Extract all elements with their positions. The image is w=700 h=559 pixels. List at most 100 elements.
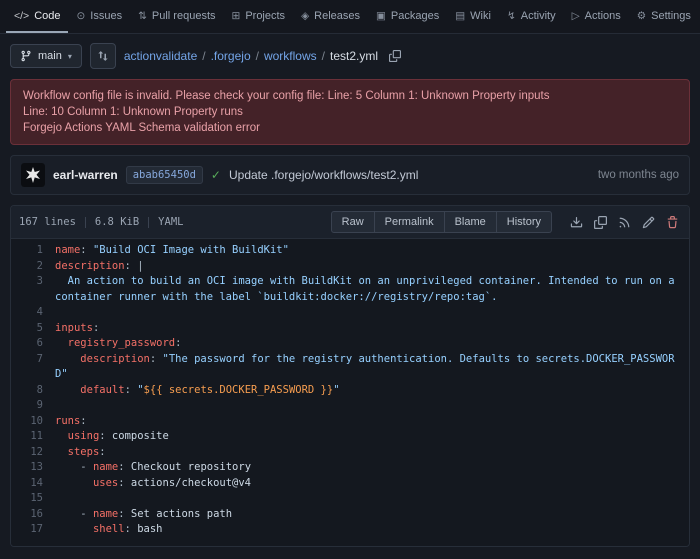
permalink-button[interactable]: Permalink	[374, 211, 445, 233]
tab-projects[interactable]: ⊞ Projects	[224, 0, 294, 33]
arrows-switch-icon	[98, 51, 108, 61]
tag-icon: ◈	[301, 9, 310, 22]
file-action-icons	[570, 215, 679, 229]
line-content: runs:	[55, 414, 87, 427]
line-number[interactable]: 13	[11, 460, 55, 476]
line-content: name: "Build OCI Image with BuildKit"	[55, 244, 289, 256]
tab-label: Settings	[651, 9, 691, 22]
tab-code[interactable]: </> Code	[6, 0, 69, 33]
code-line: 13 - name: Checkout repository	[11, 460, 689, 476]
line-number[interactable]: 3	[11, 274, 55, 305]
code-line: 15	[11, 491, 689, 507]
commit-hash-badge[interactable]: abab65450d	[125, 166, 203, 184]
line-content: - name: Checkout repository	[55, 461, 252, 473]
rss-icon[interactable]	[618, 216, 631, 229]
branch-icon	[20, 50, 32, 62]
line-number[interactable]: 7	[11, 352, 55, 383]
tab-label: Actions	[584, 9, 621, 22]
code-line: 4	[11, 305, 689, 321]
code-line: 7 description: "The password for the reg…	[11, 352, 689, 383]
line-number[interactable]: 16	[11, 507, 55, 523]
blame-button[interactable]: Blame	[444, 211, 497, 233]
line-content: shell: bash	[92, 523, 163, 535]
latest-commit-row: earl-warren abab65450d ✓ Update .forgejo…	[10, 155, 690, 195]
code-line: 5 inputs:	[11, 321, 689, 337]
commit-time: two months ago	[597, 169, 679, 181]
line-number[interactable]: 15	[11, 491, 55, 507]
line-number[interactable]: 10	[11, 414, 55, 430]
line-content: An action to build an OCI image with Bui…	[55, 275, 681, 303]
commit-message[interactable]: Update .forgejo/workflows/test2.yml	[229, 168, 418, 182]
line-number[interactable]: 17	[11, 522, 55, 538]
divider	[84, 216, 86, 228]
breadcrumb-link[interactable]: actionvalidate	[124, 49, 197, 63]
line-content: description: "The password for the regis…	[55, 352, 675, 381]
line-number[interactable]: 1	[11, 243, 55, 259]
tab-actions[interactable]: ▷ Actions	[564, 0, 629, 33]
line-content: inputs:	[55, 321, 100, 334]
line-number[interactable]: 11	[11, 429, 55, 445]
copy-icon	[389, 50, 402, 62]
delete-icon[interactable]	[666, 215, 679, 229]
tab-releases[interactable]: ◈ Releases	[293, 0, 368, 33]
file-header: 167 lines 6.8 KiB YAML Raw Permalink Blame…	[11, 206, 689, 239]
breadcrumb-link[interactable]: workflows	[264, 49, 317, 63]
top-nav: </> Code ⊙ Issues ⇅ Pull requests ⊞ Projects ◈ Re…	[0, 0, 700, 34]
branch-selector[interactable]: main ▾	[10, 44, 82, 68]
line-number[interactable]: 2	[11, 259, 55, 275]
file-view-buttons: Raw Permalink Blame History	[330, 211, 552, 233]
download-icon[interactable]	[570, 216, 583, 229]
file-view: 167 lines 6.8 KiB YAML Raw Permalink Blame…	[10, 205, 690, 547]
line-number[interactable]: 6	[11, 336, 55, 352]
project-icon: ⊞	[231, 9, 241, 22]
gear-icon: ⚙	[636, 9, 647, 22]
line-number[interactable]: 4	[11, 305, 55, 321]
caret-down-icon: ▾	[67, 51, 72, 61]
error-line: Line: 10 Column 1: Unknown Property runs	[23, 106, 243, 118]
line-number[interactable]: 14	[11, 476, 55, 492]
line-content: steps:	[67, 445, 106, 458]
raw-button[interactable]: Raw	[330, 211, 375, 233]
code-line: 17 shell: bash	[11, 522, 689, 538]
copy-path-button[interactable]	[389, 50, 402, 62]
tab-label: Wiki	[470, 9, 491, 22]
line-number[interactable]: 12	[11, 445, 55, 461]
file-toolbar: main ▾ actionvalidate / .forgejo / workflows…	[0, 34, 700, 77]
tab-label: Activity	[520, 9, 556, 22]
edit-icon[interactable]	[642, 216, 655, 229]
line-number[interactable]: 9	[11, 398, 55, 414]
tab-issues[interactable]: ⊙ Issues	[68, 0, 130, 33]
line-content	[55, 398, 689, 414]
issue-icon: ⊙	[76, 9, 86, 22]
tab-label: Packages	[390, 9, 440, 22]
line-content	[55, 305, 689, 321]
copy-content-icon[interactable]	[594, 215, 607, 229]
line-content: registry_password:	[67, 337, 182, 349]
error-line: Workflow config file is invalid. Please …	[23, 90, 550, 102]
commit-author[interactable]: earl-warren	[53, 168, 118, 182]
pull-request-icon: ⇅	[138, 9, 147, 22]
compare-branches-button[interactable]	[89, 43, 116, 69]
breadcrumb-link[interactable]: .forgejo	[211, 49, 251, 63]
tab-activity[interactable]: ↯ Activity	[499, 0, 564, 33]
line-content	[55, 491, 689, 507]
tab-wiki[interactable]: ▤ Wiki	[447, 0, 499, 33]
file-line-count: 167 lines	[19, 216, 76, 228]
commit-status-check-icon[interactable]: ✓	[211, 168, 221, 182]
avatar[interactable]	[21, 163, 45, 187]
tab-pull-requests[interactable]: ⇅ Pull requests	[130, 0, 223, 33]
line-content: default: "${{ secrets.DOCKER_PASSWORD }}…	[80, 383, 340, 396]
tab-label: Code	[34, 9, 61, 22]
line-number[interactable]: 5	[11, 321, 55, 337]
line-content: - name: Set actions path	[55, 507, 233, 520]
history-button[interactable]: History	[496, 211, 552, 233]
line-number[interactable]: 8	[11, 383, 55, 399]
code-icon: </>	[14, 9, 30, 22]
tab-packages[interactable]: ▣ Packages	[368, 0, 447, 33]
tab-label: Issues	[90, 9, 123, 22]
book-icon: ▤	[455, 9, 466, 22]
code-line: 2 description: |	[11, 259, 689, 275]
tab-settings[interactable]: ⚙ Settings	[629, 0, 699, 33]
code-line: 14 uses: actions/checkout@v4	[11, 476, 689, 492]
line-content: using: composite	[67, 430, 169, 442]
